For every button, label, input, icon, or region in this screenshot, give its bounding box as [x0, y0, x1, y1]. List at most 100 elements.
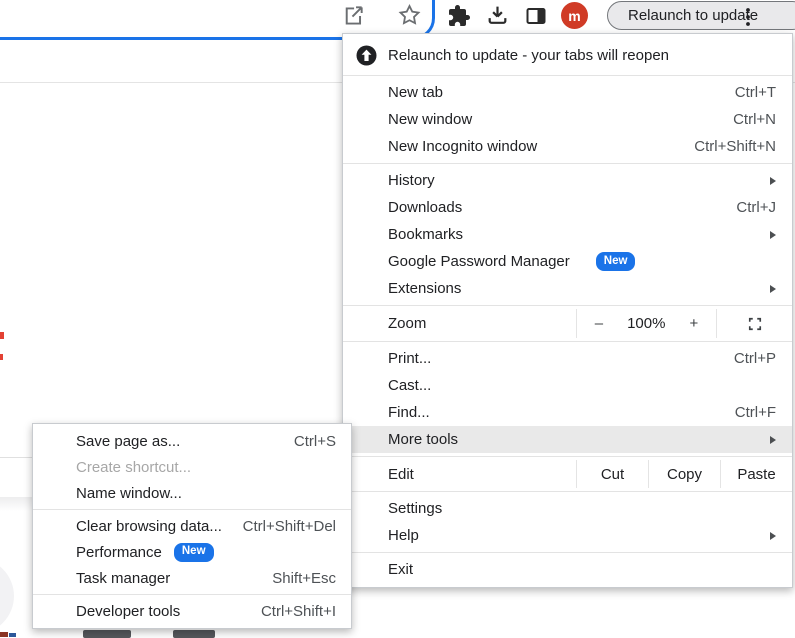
zoom-out-button[interactable]: – — [595, 315, 603, 332]
menu-item-label: Save page as... — [76, 433, 180, 450]
menu-item-google-password-manager[interactable]: Google Password Manager New — [343, 248, 792, 275]
page-fragment — [0, 632, 8, 637]
submenu-arrow-icon — [770, 285, 776, 293]
new-badge: New — [596, 252, 636, 271]
menu-item-shortcut: Ctrl+Shift+N — [694, 138, 776, 155]
menu-item-settings[interactable]: Settings — [343, 495, 792, 522]
submenu-item-developer-tools[interactable]: Developer tools Ctrl+Shift+I — [33, 598, 351, 624]
menu-item-label: Extensions — [388, 280, 461, 297]
update-arrow-icon — [356, 45, 377, 66]
zoom-label: Zoom — [343, 309, 576, 338]
menu-item-label: Downloads — [388, 199, 462, 216]
menu-item-label: Create shortcut... — [76, 459, 191, 476]
menu-item-new-incognito-window[interactable]: New Incognito window Ctrl+Shift+N — [343, 133, 792, 160]
menu-item-label: Find... — [388, 404, 430, 421]
share-icon[interactable] — [340, 3, 366, 29]
menu-separator — [33, 594, 351, 595]
bookmark-star-icon[interactable] — [396, 2, 423, 29]
browser-screen: m Relaunch to update Relaunch to update … — [0, 0, 795, 638]
menu-item-shortcut: Ctrl+P — [734, 350, 776, 367]
menu-item-exit[interactable]: Exit — [343, 556, 792, 583]
menu-item-label: Settings — [388, 500, 442, 517]
browser-menu-kebab-icon[interactable] — [744, 6, 752, 28]
menu-item-relaunch-to-update[interactable]: Relaunch to update - your tabs will reop… — [343, 38, 792, 72]
menu-item-label: Performance — [76, 544, 162, 561]
submenu-item-task-manager[interactable]: Task manager Shift+Esc — [33, 565, 351, 591]
avatar-letter: m — [568, 8, 580, 24]
submenu-arrow-icon — [770, 532, 776, 540]
clipped-page-text-fragment — [83, 630, 131, 638]
page-fragment — [0, 332, 4, 339]
submenu-item-create-shortcut: Create shortcut... — [33, 454, 351, 480]
page-fragment — [0, 457, 32, 458]
relaunch-to-update-button[interactable]: Relaunch to update — [607, 1, 795, 30]
submenu-item-clear-browsing-data[interactable]: Clear browsing data... Ctrl+Shift+Del — [33, 513, 351, 539]
menu-item-label: Clear browsing data... — [76, 518, 222, 535]
page-fragment — [0, 354, 3, 360]
submenu-item-name-window[interactable]: Name window... — [33, 480, 351, 506]
menu-item-print[interactable]: Print... Ctrl+P — [343, 345, 792, 372]
menu-item-shortcut: Ctrl+J — [736, 199, 776, 216]
menu-item-shortcut: Ctrl+Shift+I — [261, 603, 336, 620]
menu-item-label: Exit — [388, 561, 413, 578]
menu-separator — [343, 341, 792, 342]
menu-separator — [343, 305, 792, 306]
zoom-level-value: 100% — [627, 315, 665, 332]
menu-item-history[interactable]: History — [343, 167, 792, 194]
menu-item-shortcut: Ctrl+F — [735, 404, 776, 421]
menu-item-label: New Incognito window — [388, 138, 537, 155]
menu-item-label: Bookmarks — [388, 226, 463, 243]
menu-item-extensions[interactable]: Extensions — [343, 275, 792, 302]
zoom-in-button[interactable]: + — [689, 315, 698, 332]
menu-item-edit: Edit Cut Copy Paste — [343, 460, 792, 488]
menu-item-label: Print... — [388, 350, 431, 367]
menu-item-label: Task manager — [76, 570, 170, 587]
submenu-arrow-icon — [770, 436, 776, 444]
menu-item-label: Cast... — [388, 377, 431, 394]
fullscreen-button[interactable] — [717, 309, 792, 338]
menu-item-bookmarks[interactable]: Bookmarks — [343, 221, 792, 248]
menu-item-shortcut: Ctrl+T — [735, 84, 776, 101]
menu-item-shortcut: Ctrl+N — [733, 111, 776, 128]
menu-item-cast[interactable]: Cast... — [343, 372, 792, 399]
menu-separator — [343, 491, 792, 492]
extensions-puzzle-icon[interactable] — [447, 4, 471, 28]
paste-button[interactable]: Paste — [720, 460, 792, 488]
page-fragment — [0, 558, 14, 634]
fullscreen-icon — [746, 315, 764, 333]
menu-item-zoom: Zoom – 100% + — [343, 309, 792, 338]
menu-separator — [33, 509, 351, 510]
menu-item-downloads[interactable]: Downloads Ctrl+J — [343, 194, 792, 221]
menu-item-new-tab[interactable]: New tab Ctrl+T — [343, 79, 792, 106]
submenu-item-performance[interactable]: Performance New — [33, 539, 351, 565]
menu-item-label: New tab — [388, 84, 443, 101]
clipped-page-text-fragment — [173, 630, 215, 638]
submenu-arrow-icon — [770, 231, 776, 239]
cut-button[interactable]: Cut — [576, 460, 648, 488]
menu-item-shortcut: Shift+Esc — [272, 570, 336, 587]
submenu-item-save-page-as[interactable]: Save page as... Ctrl+S — [33, 428, 351, 454]
menu-item-more-tools[interactable]: More tools — [343, 426, 792, 453]
menu-item-label: New window — [388, 111, 472, 128]
menu-item-label: Name window... — [76, 485, 182, 502]
menu-separator — [343, 163, 792, 164]
menu-item-label: More tools — [388, 431, 458, 448]
menu-item-label: Google Password Manager — [388, 253, 570, 270]
more-tools-submenu: Save page as... Ctrl+S Create shortcut..… — [32, 423, 352, 629]
menu-item-label: History — [388, 172, 435, 189]
page-fragment — [0, 497, 32, 511]
menu-item-new-window[interactable]: New window Ctrl+N — [343, 106, 792, 133]
menu-item-shortcut: Ctrl+S — [294, 433, 336, 450]
menu-separator — [343, 456, 792, 457]
menu-item-find[interactable]: Find... Ctrl+F — [343, 399, 792, 426]
menu-item-help[interactable]: Help — [343, 522, 792, 549]
browser-main-menu: Relaunch to update - your tabs will reop… — [342, 33, 793, 588]
copy-button[interactable]: Copy — [648, 460, 720, 488]
side-panel-icon[interactable] — [524, 4, 548, 28]
submenu-arrow-icon — [770, 177, 776, 185]
menu-item-label: Relaunch to update - your tabs will reop… — [388, 47, 669, 64]
downloads-icon[interactable] — [485, 3, 510, 28]
menu-separator — [343, 552, 792, 553]
profile-avatar[interactable]: m — [561, 2, 588, 29]
page-fragment — [9, 633, 16, 637]
